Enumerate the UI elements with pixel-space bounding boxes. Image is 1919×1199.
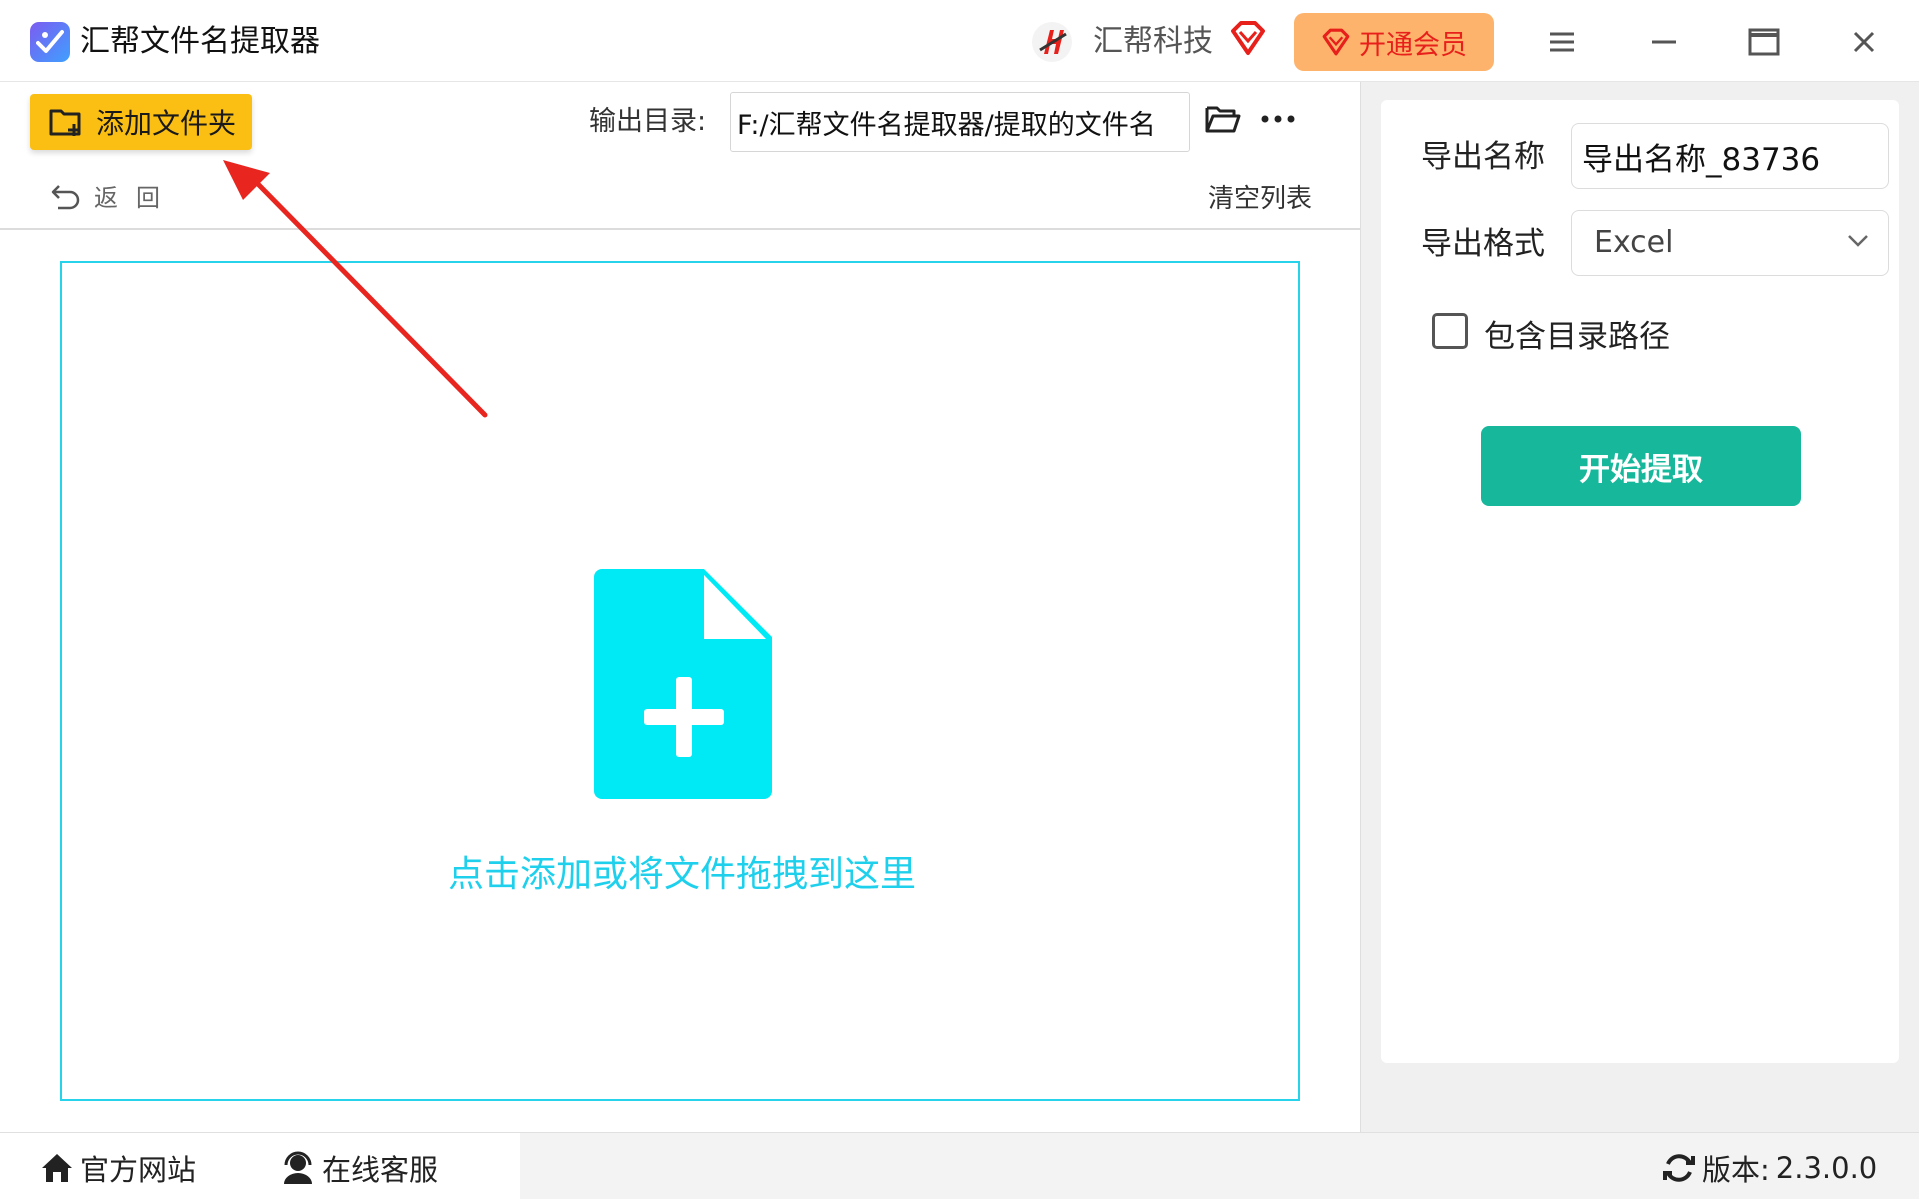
diamond-icon xyxy=(1322,28,1350,56)
close-icon[interactable] xyxy=(1840,18,1888,66)
back-label: 返回 xyxy=(94,184,178,212)
version-label: 版本: xyxy=(1702,1153,1770,1187)
export-format-select[interactable]: Excel xyxy=(1571,210,1889,276)
refresh-icon xyxy=(1663,1154,1695,1182)
back-button[interactable]: 返回 xyxy=(50,178,178,213)
footer: 官方网站 在线客服 版本: 2.3.0.0 xyxy=(0,1132,1919,1199)
export-name-label: 导出名称 xyxy=(1421,139,1545,175)
app-logo-icon xyxy=(30,22,70,62)
annotation-arrow xyxy=(223,160,488,418)
minimize-icon[interactable] xyxy=(1640,18,1688,66)
maximize-icon[interactable] xyxy=(1740,18,1788,66)
export-name-input[interactable] xyxy=(1571,123,1889,189)
title-bar: 汇帮文件名提取器 汇帮科技 开通会员 xyxy=(0,0,1919,82)
start-extract-button[interactable]: 开始提取 xyxy=(1481,426,1801,506)
undo-arrow-icon xyxy=(51,184,80,209)
version-info: 版本: 2.3.0.0 xyxy=(1662,1147,1877,1189)
include-path-label: 包含目录路径 xyxy=(1484,319,1670,355)
brand-logo-icon xyxy=(1030,20,1074,64)
vip-button-label: 开通会员 xyxy=(1359,29,1467,61)
clear-list-button[interactable]: 清空列表 xyxy=(1208,178,1312,215)
export-format-value: Excel xyxy=(1594,225,1674,260)
add-folder-label: 添加文件夹 xyxy=(96,107,237,140)
output-dir-label: 输出目录: xyxy=(589,106,707,137)
version-value: 2.3.0.0 xyxy=(1775,1151,1878,1185)
vip-button[interactable]: 开通会员 xyxy=(1294,13,1494,71)
official-website-link[interactable]: 官方网站 xyxy=(40,1147,196,1189)
headset-icon xyxy=(284,1151,312,1184)
online-support-label: 在线客服 xyxy=(322,1153,439,1187)
toolbar-divider xyxy=(0,228,1360,230)
menu-icon[interactable] xyxy=(1538,18,1586,66)
home-icon xyxy=(42,1154,72,1182)
official-website-label: 官方网站 xyxy=(80,1153,197,1187)
folder-open-icon[interactable] xyxy=(1204,104,1242,138)
export-format-label: 导出格式 xyxy=(1421,226,1545,262)
diamond-icon[interactable] xyxy=(1229,19,1267,57)
more-dots-icon[interactable] xyxy=(1260,104,1296,138)
add-file-icon xyxy=(592,569,772,803)
include-path-checkbox[interactable] xyxy=(1432,313,1468,349)
brand-name: 汇帮科技 xyxy=(1093,24,1213,59)
app-title: 汇帮文件名提取器 xyxy=(80,24,320,59)
add-folder-icon xyxy=(49,109,81,136)
chevron-down-icon xyxy=(1848,235,1868,247)
online-support-link[interactable]: 在线客服 xyxy=(280,1147,438,1189)
add-folder-button[interactable]: 添加文件夹 xyxy=(30,94,252,150)
drop-hint: 点击添加或将文件拖拽到这里 xyxy=(447,854,916,895)
output-dir-input[interactable] xyxy=(730,92,1190,152)
